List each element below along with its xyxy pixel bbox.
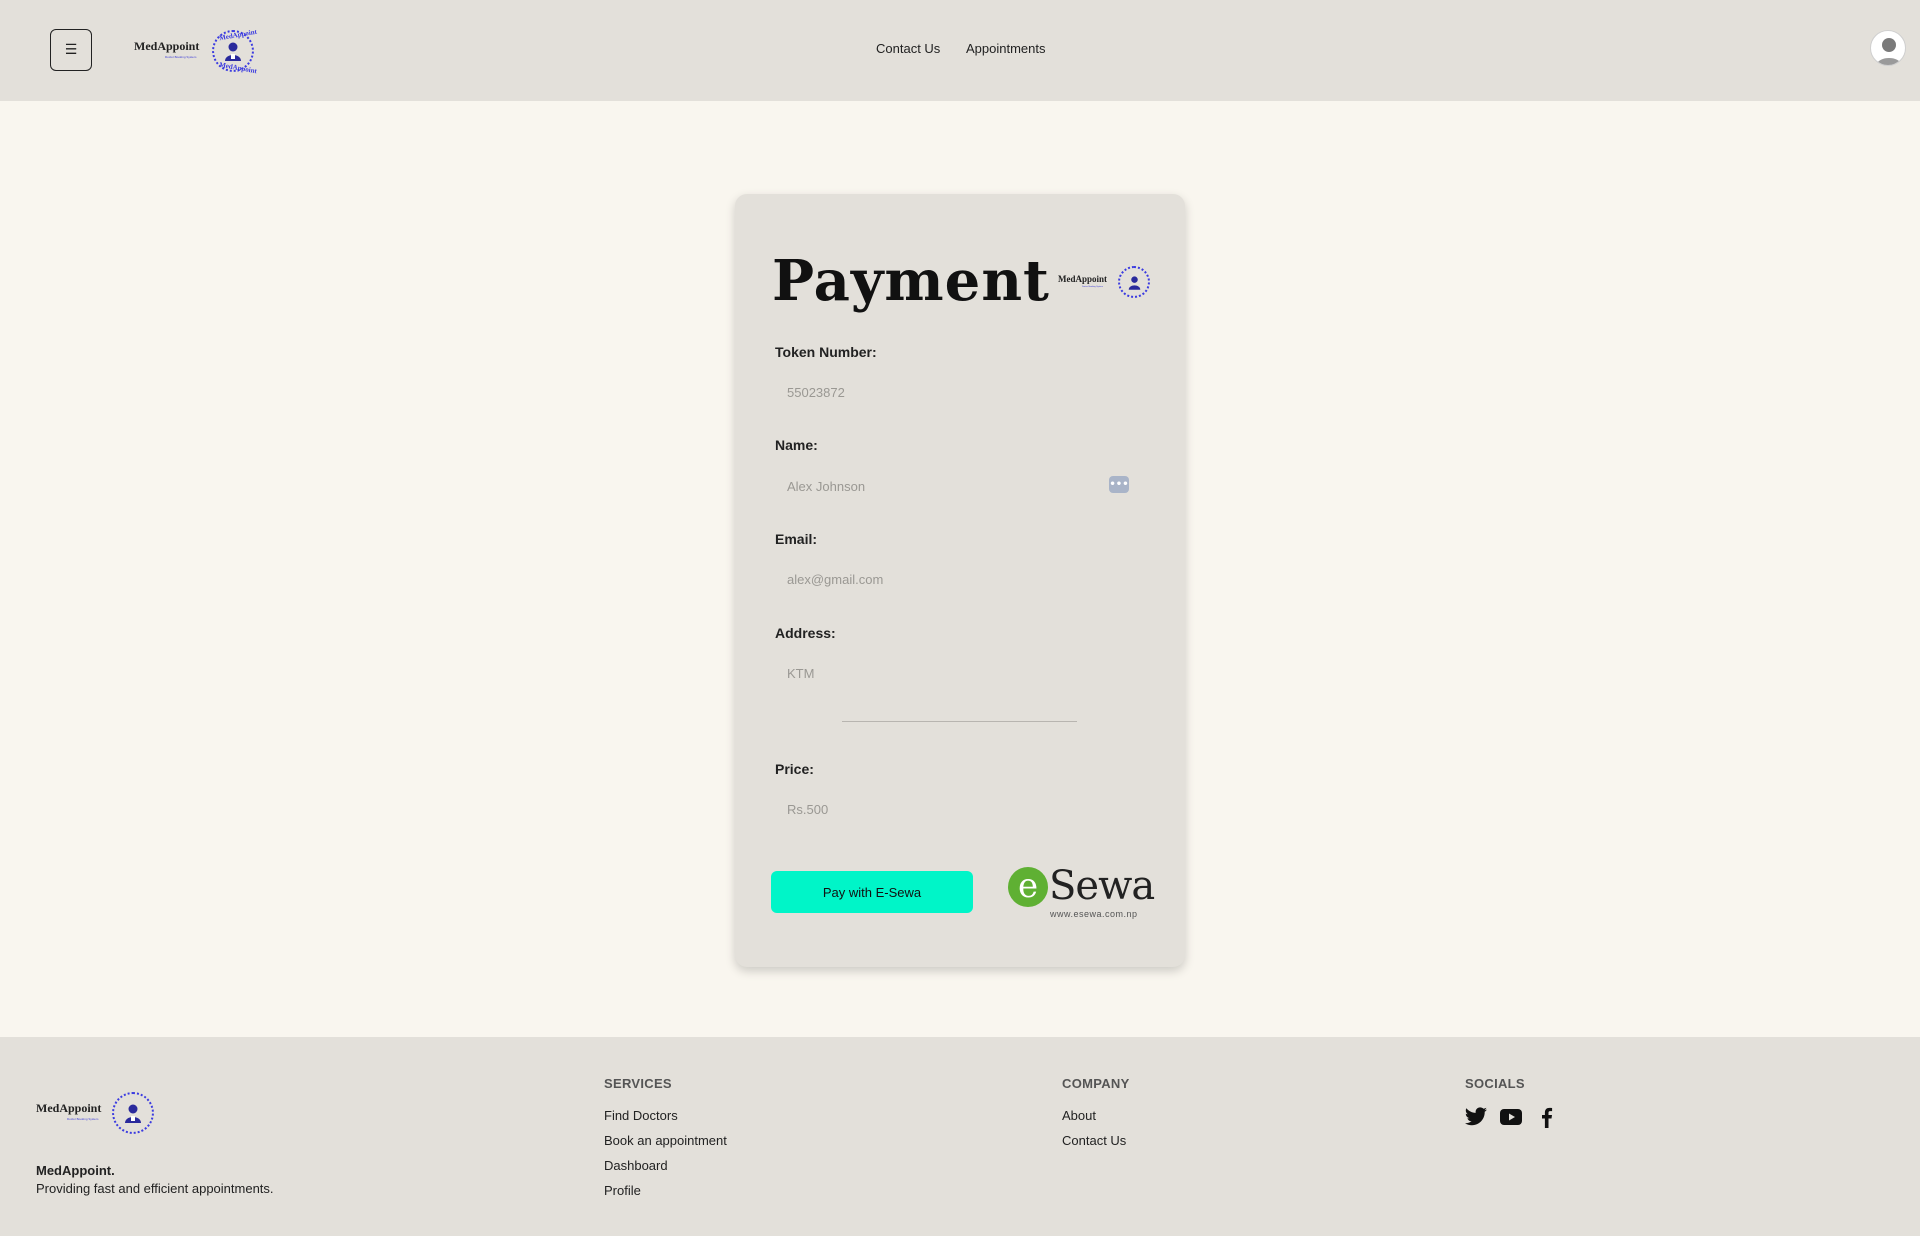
- pay-with-esewa-button[interactable]: Pay with E-Sewa: [771, 871, 973, 913]
- autofill-icon[interactable]: •••: [1109, 476, 1129, 493]
- price-field[interactable]: Rs.500: [787, 802, 828, 817]
- address-field[interactable]: KTM: [787, 666, 814, 681]
- footer-logo[interactable]: MedAppoint Doctor Booking System: [36, 1090, 158, 1136]
- nav-appointments[interactable]: Appointments: [966, 41, 1046, 56]
- link-book-appointment[interactable]: Book an appointment: [604, 1133, 727, 1148]
- link-about[interactable]: About: [1062, 1108, 1096, 1123]
- brand-name: MedAppoint: [134, 39, 200, 53]
- footer-tagline: Providing fast and efficient appointment…: [36, 1181, 274, 1196]
- link-find-doctors[interactable]: Find Doctors: [604, 1108, 678, 1123]
- card-logo-seal-icon: [1118, 266, 1150, 298]
- card-doctor-icon: [1128, 275, 1140, 290]
- esewa-url: www.esewa.com.np: [1050, 909, 1138, 919]
- footer-doctor-icon: [125, 1104, 141, 1123]
- name-field[interactable]: Alex Johnson: [787, 479, 865, 494]
- payment-card: Payment MedAppoint Doctor Booking System…: [735, 194, 1185, 967]
- card-logo: MedAppoint Doctor Booking System: [1058, 265, 1151, 301]
- name-label: Name:: [775, 437, 818, 453]
- nav-contact-us[interactable]: Contact Us: [876, 41, 940, 56]
- avatar-person-icon: [1876, 38, 1902, 65]
- esewa-logo: e Sewa www.esewa.com.np: [1008, 863, 1155, 920]
- footer-brand-tagline: Doctor Booking System: [67, 1117, 99, 1121]
- user-avatar[interactable]: [1870, 30, 1906, 66]
- price-label: Price:: [775, 761, 814, 777]
- token-number-label: Token Number:: [775, 344, 877, 360]
- footer-logo-seal-icon: [112, 1092, 154, 1134]
- card-brand-name: MedAppoint: [1058, 274, 1108, 284]
- link-contact-us[interactable]: Contact Us: [1062, 1133, 1126, 1148]
- footer: MedAppoint Doctor Booking System MedAppo…: [0, 1037, 1920, 1236]
- youtube-icon[interactable]: [1499, 1106, 1523, 1128]
- socials-heading: SOCIALS: [1465, 1076, 1525, 1091]
- link-profile[interactable]: Profile: [604, 1183, 641, 1198]
- menu-button[interactable]: ☰: [50, 29, 92, 71]
- divider: [842, 721, 1077, 722]
- facebook-icon[interactable]: [1535, 1106, 1559, 1128]
- email-label: Email:: [775, 531, 818, 547]
- page-title: Payment: [772, 248, 1050, 314]
- token-number-field[interactable]: 55023872: [787, 385, 845, 400]
- header-logo[interactable]: MedAppoint Doctor Booking System MedAppo…: [134, 28, 258, 75]
- twitter-icon[interactable]: [1464, 1106, 1488, 1128]
- address-label: Address:: [775, 625, 836, 641]
- footer-company-name: MedAppoint.: [36, 1163, 115, 1178]
- esewa-e-mark: e: [1008, 867, 1048, 907]
- doctor-icon: [225, 42, 241, 61]
- esewa-wordmark: Sewa: [1049, 863, 1155, 909]
- link-dashboard[interactable]: Dashboard: [604, 1158, 668, 1173]
- services-heading: SERVICES: [604, 1076, 672, 1091]
- card-brand-tagline: Doctor Booking System: [1082, 286, 1103, 288]
- footer-brand-name: MedAppoint: [36, 1101, 102, 1115]
- email-field[interactable]: alex@gmail.com: [787, 572, 883, 587]
- company-heading: COMPANY: [1062, 1076, 1130, 1091]
- header: ☰ MedAppoint Doctor Booking System MedAp…: [0, 0, 1920, 101]
- logo-seal-icon: MedAppoint MedAppoint: [212, 28, 258, 75]
- brand-tagline: Doctor Booking System: [165, 55, 197, 59]
